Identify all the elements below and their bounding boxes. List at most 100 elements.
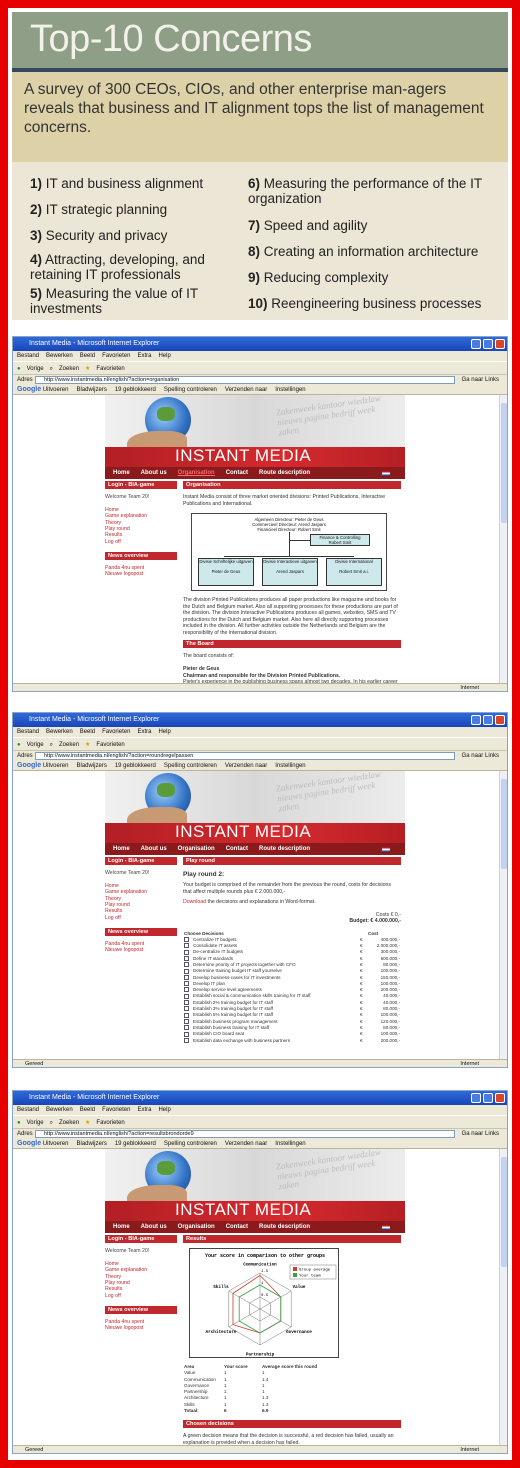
url-input[interactable]: http://www.instantmedia.nl/english/?acti… [35,752,455,760]
star-icon[interactable]: ★ [85,366,90,372]
google-toolbar-item[interactable]: Bladwijzers [76,763,106,769]
nav-route[interactable]: Route description [259,1224,310,1230]
menu-item[interactable]: Favorieten [102,353,130,359]
back-icon[interactable]: ● [17,366,21,372]
nav-home[interactable]: Home [113,1224,130,1230]
sidebar-link-logoff[interactable]: Log off [105,539,177,545]
nav-organisation[interactable]: Organisation [178,1224,215,1230]
decision-checkbox[interactable] [184,1018,189,1024]
minimize-icon[interactable] [471,1093,481,1103]
menu-item[interactable]: Beeld [80,729,95,735]
search-button[interactable]: Zoeken [59,742,79,748]
back-icon[interactable]: ● [17,742,21,748]
google-toolbar-item[interactable]: Spelling controleren [164,1141,217,1147]
google-toolbar-item[interactable]: Spelling controleren [164,387,217,393]
decision-checkbox[interactable] [184,993,189,999]
search-icon[interactable]: ⌕ [50,366,53,372]
search-icon[interactable]: ⌕ [50,1120,53,1126]
search-button[interactable]: Zoeken [59,366,79,372]
menu-item[interactable]: Bewerken [46,729,73,735]
back-button[interactable]: Vorige [27,742,44,748]
minimize-icon[interactable] [471,339,481,349]
google-toolbar-item[interactable]: 19 geblokkeerd [115,1141,156,1147]
google-toolbar-item[interactable]: 19 geblokkeerd [115,387,156,393]
close-icon[interactable] [495,1093,505,1103]
news-link[interactable]: Nieuwe logopost [105,1325,177,1331]
close-icon[interactable] [495,339,505,349]
google-toolbar-item[interactable]: Verzenden naar [225,1141,267,1147]
back-icon[interactable]: ● [17,1120,21,1126]
minimize-icon[interactable] [471,715,481,725]
menu-item[interactable]: Bestand [17,353,39,359]
star-icon[interactable]: ★ [85,1120,90,1126]
search-button[interactable]: Zoeken [59,1120,79,1126]
news-link[interactable]: Nieuwe logopost [105,571,177,577]
nav-about[interactable]: About us [141,1224,167,1230]
google-toolbar-item[interactable]: Instellingen [275,763,305,769]
decision-checkbox[interactable] [184,968,189,974]
news-link[interactable]: Nieuwe logopost [105,947,177,953]
nav-route[interactable]: Route description [259,846,310,852]
nav-about[interactable]: About us [141,846,167,852]
back-button[interactable]: Vorige [27,1120,44,1126]
menu-item[interactable]: Bestand [17,1107,39,1113]
menu-item[interactable]: Bewerken [46,353,73,359]
scrollbar[interactable] [499,1149,507,1447]
nav-organisation[interactable]: Organisation [178,846,215,852]
google-toolbar-item[interactable]: 19 geblokkeerd [115,763,156,769]
nav-contact[interactable]: Contact [226,1224,248,1230]
decision-checkbox[interactable] [184,1006,189,1012]
menu-item[interactable]: Bestand [17,729,39,735]
favorites-button[interactable]: Favorieten [96,742,124,748]
menu-item[interactable]: Extra [137,1107,151,1113]
decision-checkbox[interactable] [184,1012,189,1018]
search-icon[interactable]: ⌕ [50,742,53,748]
nav-home[interactable]: Home [113,470,130,476]
decision-checkbox[interactable] [184,937,189,943]
menu-item[interactable]: Help [158,353,170,359]
decision-checkbox[interactable] [184,943,189,949]
url-input[interactable]: http://www.instantmedia.nl/english/?acti… [35,1130,455,1138]
decision-checkbox[interactable] [184,955,189,961]
decision-checkbox[interactable] [184,987,189,993]
decision-checkbox[interactable] [184,974,189,980]
url-input[interactable]: http://www.instantmedia.nl/english/?acti… [35,376,455,384]
google-toolbar-item[interactable]: Bladwijzers [76,387,106,393]
nav-about[interactable]: About us [141,470,167,476]
google-toolbar-item[interactable]: Verzenden naar [225,387,267,393]
nav-organisation[interactable]: Organisation [178,470,215,476]
nav-contact[interactable]: Contact [226,470,248,476]
google-toolbar-item[interactable]: Bladwijzers [76,1141,106,1147]
google-toolbar-item[interactable]: Uitvoeren [43,387,69,393]
menu-item[interactable]: Beeld [80,353,95,359]
decision-checkbox[interactable] [184,949,189,955]
go-button[interactable]: Ga naar Links [462,751,499,761]
decision-checkbox[interactable] [184,1031,189,1037]
back-button[interactable]: Vorige [27,366,44,372]
go-button[interactable]: Ga naar Links [462,1129,499,1139]
menu-item[interactable]: Bewerken [46,1107,73,1113]
maximize-icon[interactable] [483,715,493,725]
go-button[interactable]: Ga naar Links [462,375,499,385]
sidebar-link-logoff[interactable]: Log off [105,915,177,921]
flag-icon[interactable] [382,471,390,476]
star-icon[interactable]: ★ [85,742,90,748]
flag-icon[interactable] [382,847,390,852]
google-toolbar-item[interactable]: Uitvoeren [43,1141,69,1147]
scrollbar-thumb[interactable] [501,403,507,523]
menu-item[interactable]: Favorieten [102,1107,130,1113]
scrollbar[interactable] [499,395,507,685]
favorites-button[interactable]: Favorieten [96,1120,124,1126]
google-toolbar-item[interactable]: Instellingen [275,1141,305,1147]
decision-checkbox[interactable] [184,1037,189,1043]
favorites-button[interactable]: Favorieten [96,366,124,372]
scrollbar-thumb[interactable] [501,779,507,869]
decision-checkbox[interactable] [184,962,189,968]
google-toolbar-item[interactable]: Instellingen [275,387,305,393]
maximize-icon[interactable] [483,339,493,349]
menu-item[interactable]: Extra [137,353,151,359]
menu-item[interactable]: Favorieten [102,729,130,735]
decision-checkbox[interactable] [184,981,189,987]
google-toolbar-item[interactable]: Verzenden naar [225,763,267,769]
nav-route[interactable]: Route description [259,470,310,476]
